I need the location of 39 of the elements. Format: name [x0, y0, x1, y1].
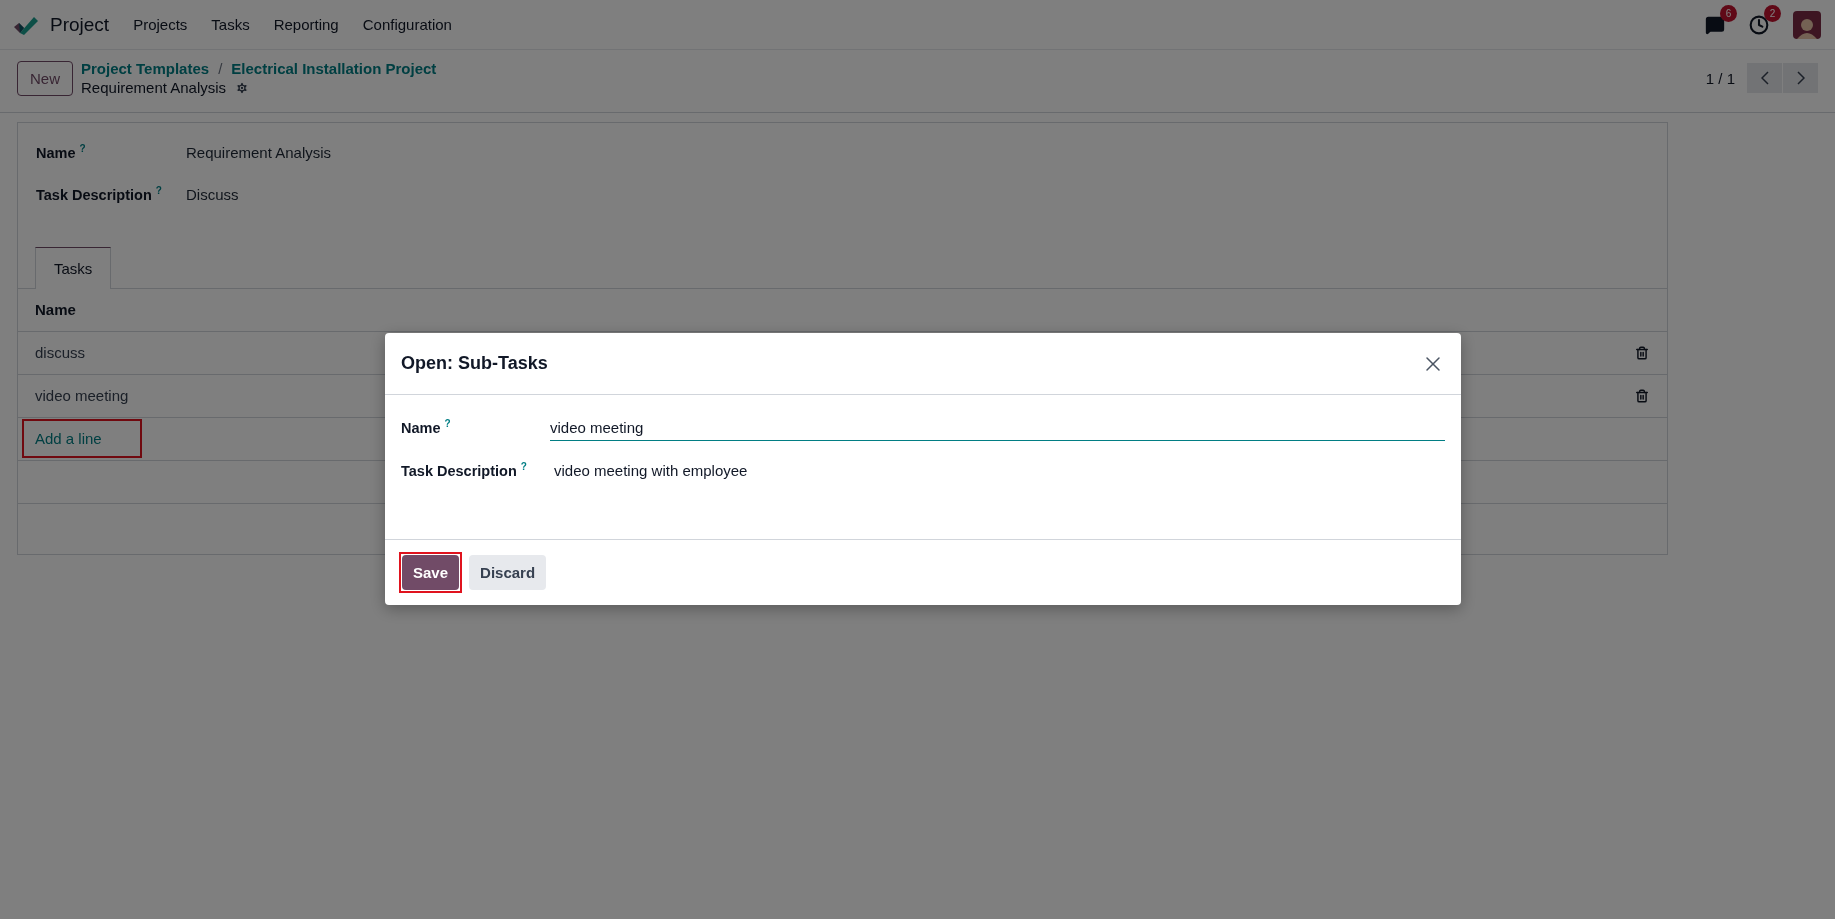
save-button[interactable]: Save	[402, 554, 460, 590]
dialog-title: Open: Sub-Tasks	[401, 353, 548, 374]
table-cell: discuss	[35, 344, 86, 362]
user-avatar[interactable]	[1793, 10, 1821, 39]
activity-count: 2	[1764, 4, 1781, 22]
settings-icon[interactable]	[235, 80, 250, 95]
field-label: Name $^{?}$	[401, 418, 452, 436]
add-line-link[interactable]: Add a line	[35, 430, 102, 448]
trash-icon	[1635, 388, 1649, 403]
chevron-left-icon	[1760, 71, 1769, 85]
delete-button[interactable]	[1635, 345, 1649, 360]
new-button[interactable]: New	[17, 60, 73, 96]
menu-item[interactable]: Tasks	[211, 16, 250, 33]
field-label: Task Description $^{?}$	[401, 461, 528, 479]
pager-counter: 1 / 1	[1705, 69, 1735, 87]
clock-icon[interactable]	[1749, 14, 1769, 35]
tab[interactable]: Tasks	[35, 246, 112, 289]
chat-icon[interactable]	[1705, 14, 1725, 35]
discard-button[interactable]: Discard	[469, 554, 547, 590]
trash-icon	[1635, 345, 1649, 360]
menu-item[interactable]: Projects	[133, 16, 188, 33]
checkmark-logo-icon[interactable]	[14, 14, 38, 35]
field-label: Task Description $^{?}$	[36, 184, 163, 203]
menu-item[interactable]: Reporting	[273, 16, 339, 33]
column-header: Name	[35, 301, 76, 319]
chevron-right-icon	[1796, 71, 1805, 85]
field-label: Name $^{?}$	[36, 143, 87, 161]
field-value: Requirement Analysis	[186, 143, 333, 161]
breadcrumb-separator: /	[218, 60, 223, 77]
app-name: Project	[50, 13, 110, 36]
field-value: Discuss	[186, 185, 240, 203]
record-title: Requirement Analysis	[81, 79, 227, 96]
menu-item[interactable]: Configuration	[362, 16, 452, 33]
breadcrumb-link[interactable]: Project Templates	[81, 60, 210, 77]
breadcrumb-link[interactable]: Electrical Installation Project	[231, 60, 437, 77]
description-text[interactable]: video meeting with employee	[550, 461, 1445, 479]
message-count: 6	[1720, 4, 1737, 22]
delete-button[interactable]	[1635, 388, 1649, 403]
table-cell: video meeting	[35, 387, 129, 405]
